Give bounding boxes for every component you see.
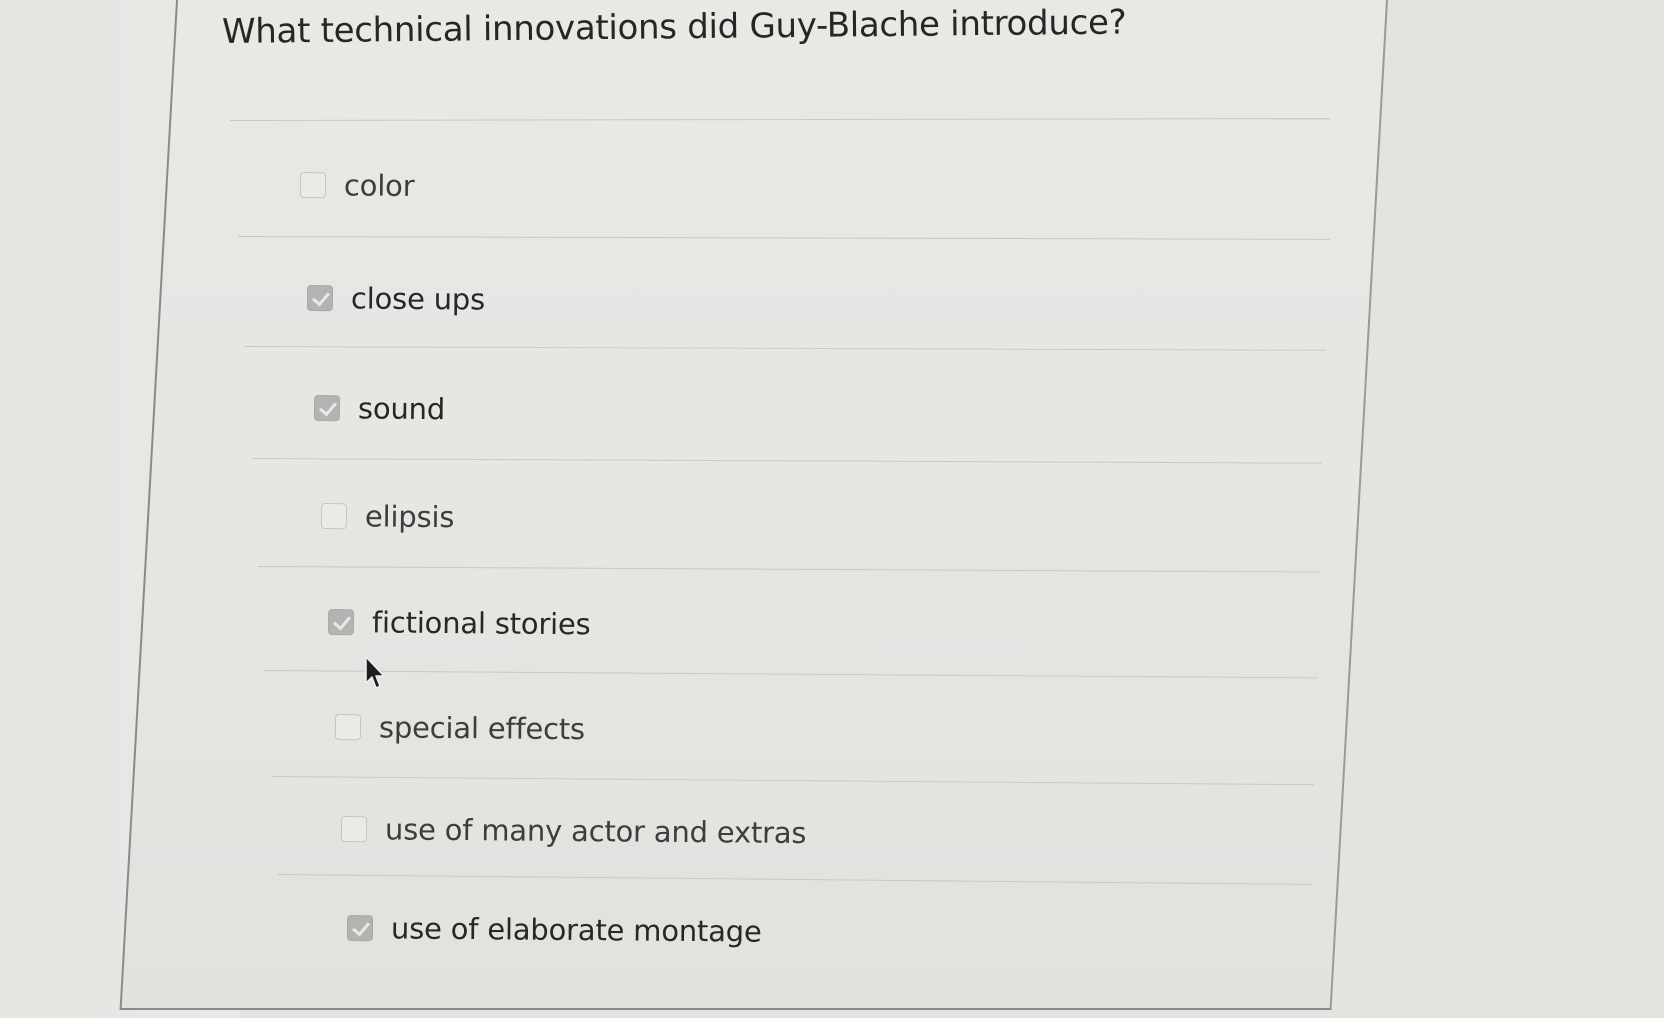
option-label-elaborate-montage: use of elaborate montage xyxy=(390,911,762,949)
option-special-effects[interactable]: special effects xyxy=(334,710,586,747)
option-elipsis[interactable]: elipsis xyxy=(320,499,455,535)
divider xyxy=(277,874,1312,885)
checkbox-many-actors-extras[interactable] xyxy=(340,816,368,843)
divider xyxy=(251,458,1322,464)
divider xyxy=(243,346,1326,351)
option-label-color: color xyxy=(343,168,415,203)
quiz-content: What technical innovations did Guy-Blach… xyxy=(0,0,1664,1018)
checkbox-close-ups[interactable] xyxy=(306,285,334,312)
divider xyxy=(237,236,1330,240)
checkbox-elaborate-montage[interactable] xyxy=(346,915,374,942)
option-color[interactable]: color xyxy=(299,168,415,203)
option-close-ups[interactable]: close ups xyxy=(306,281,486,317)
option-label-many-actors-extras: use of many actor and extras xyxy=(384,812,807,851)
option-label-close-ups: close ups xyxy=(350,281,486,317)
option-label-special-effects: special effects xyxy=(378,710,586,747)
option-label-elipsis: elipsis xyxy=(364,499,455,535)
checkbox-sound[interactable] xyxy=(313,395,341,422)
divider xyxy=(271,776,1314,786)
checkbox-special-effects[interactable] xyxy=(334,714,362,741)
divider xyxy=(257,566,1320,573)
option-label-fictional-stories: fictional stories xyxy=(371,605,591,642)
divider xyxy=(263,670,1318,679)
option-fictional-stories[interactable]: fictional stories xyxy=(327,605,591,642)
option-label-sound: sound xyxy=(357,391,446,427)
checkbox-color[interactable] xyxy=(299,172,327,199)
option-sound[interactable]: sound xyxy=(313,391,446,427)
mouse-pointer-icon xyxy=(365,656,385,689)
checkbox-elipsis[interactable] xyxy=(320,503,348,530)
option-elaborate-montage[interactable]: use of elaborate montage xyxy=(346,911,762,949)
question-text: What technical innovations did Guy-Blach… xyxy=(221,2,1127,52)
option-many-actors-extras[interactable]: use of many actor and extras xyxy=(340,812,807,851)
divider xyxy=(229,118,1330,121)
checkbox-fictional-stories[interactable] xyxy=(327,609,355,636)
